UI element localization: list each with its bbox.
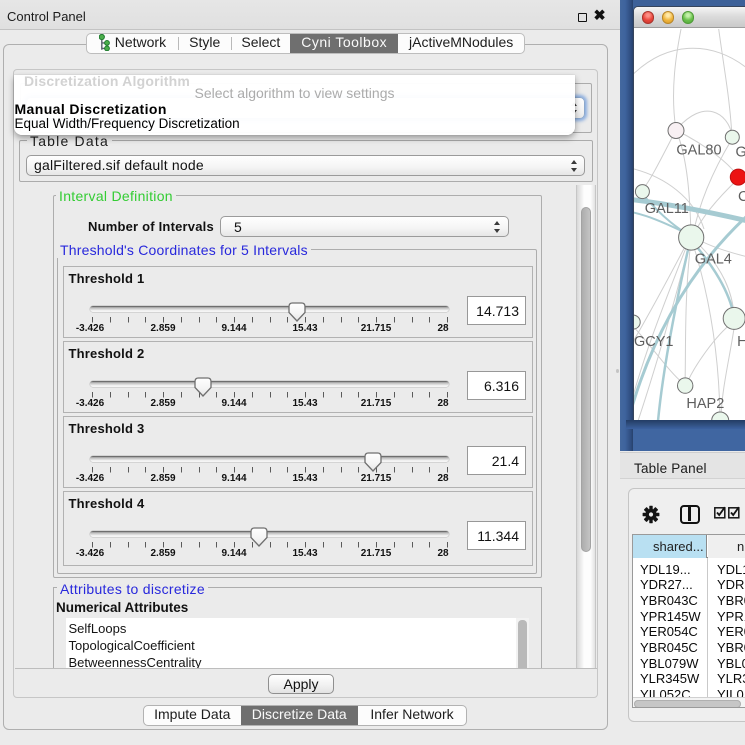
svg-text:GAL7: GAL7 bbox=[736, 145, 745, 161]
svg-text:HAP2: HAP2 bbox=[686, 396, 724, 412]
svg-text:GAL11: GAL11 bbox=[645, 201, 689, 217]
svg-text:HIS7: HIS7 bbox=[737, 334, 745, 350]
svg-text:GAL80: GAL80 bbox=[676, 143, 721, 159]
svg-text:GAL4: GAL4 bbox=[695, 251, 732, 267]
svg-text:CDC6: CDC6 bbox=[738, 189, 745, 205]
svg-text:GCY1: GCY1 bbox=[634, 334, 674, 350]
